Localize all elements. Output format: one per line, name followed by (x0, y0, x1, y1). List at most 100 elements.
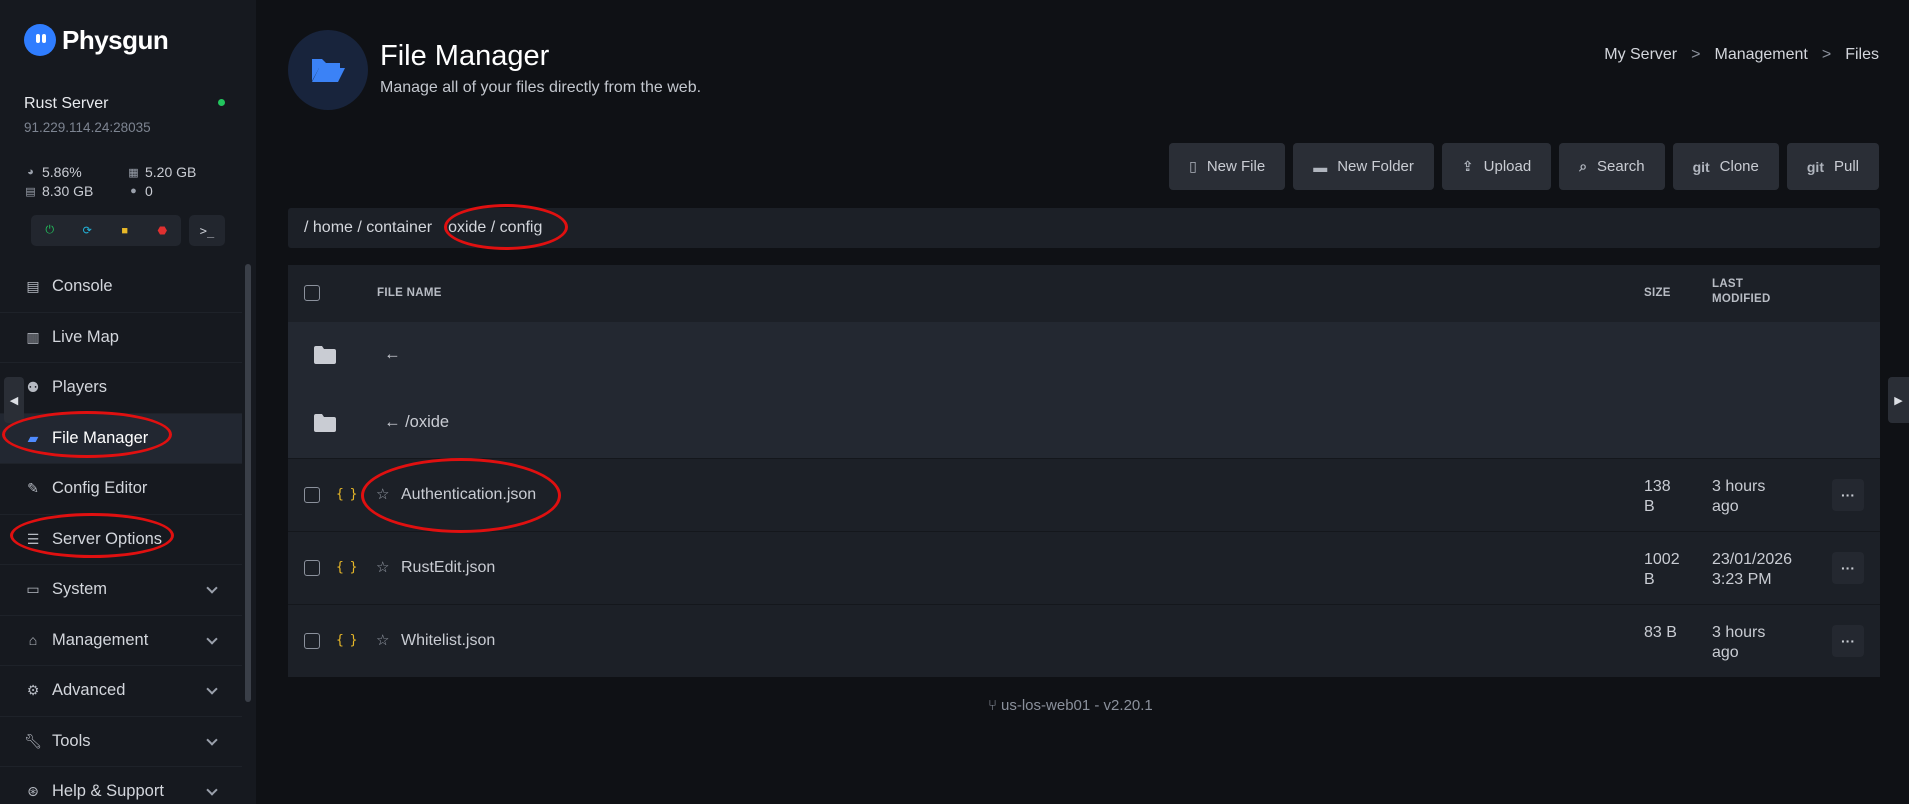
app-name: Physgun (62, 24, 169, 55)
oxide-directory-label: ← /oxide (384, 413, 450, 431)
disk-stat: ▤ 8.30 GB (25, 183, 93, 199)
file-modified: 3 hours ago (1712, 623, 1822, 663)
file-size: 1002 B (1644, 550, 1694, 590)
folder-icon (314, 414, 336, 432)
row-checkbox[interactable] (304, 633, 320, 649)
cpu-stat: ◕ 5.86% (25, 164, 82, 180)
page-title: File Manager (380, 40, 550, 72)
annotation-path-highlight (444, 204, 568, 250)
file-name[interactable]: RustEdit.json (401, 559, 495, 577)
star-icon[interactable]: ☆ (376, 631, 389, 649)
breadcrumb: My Server > Management > Files (1604, 46, 1879, 64)
sidebar-item-config-editor[interactable]: ✎ Config Editor (0, 464, 242, 515)
modified-line-1: 23/01/2026 (1712, 551, 1793, 568)
more-actions-button[interactable]: ··· (1832, 625, 1864, 657)
memory-icon: ▦ (128, 166, 139, 179)
chevron-down-icon (206, 784, 218, 796)
json-file-icon: { } (336, 487, 358, 502)
sidebar-item-help-support[interactable]: ⊛ Help & Support (0, 767, 242, 804)
modified-line-2: 3:23 PM (1712, 571, 1772, 588)
players-value: 0 (145, 183, 153, 199)
column-last[interactable]: LAST (1712, 278, 1743, 290)
star-icon[interactable]: ☆ (376, 558, 389, 576)
server-address: 91.229.114.24:28035 (24, 120, 151, 135)
breadcrumb-my-server[interactable]: My Server (1604, 46, 1677, 64)
server-status-dot (218, 99, 225, 106)
disk-icon: ▤ (25, 185, 36, 198)
table-row[interactable]: { } ☆ Whitelist.json 83 B 3 hours ago ··· (288, 604, 1880, 677)
pull-label: Pull (1833, 158, 1859, 175)
sidebar-item-label: Tools (52, 731, 91, 750)
map-icon: ▥ (26, 328, 40, 345)
upload-button[interactable]: ⇪ Upload (1441, 143, 1552, 190)
table-row[interactable]: { } ☆ RustEdit.json 1002 B 23/01/2026 3:23… (288, 531, 1880, 604)
modified-line-1: 3 hours (1712, 478, 1766, 495)
folder-open-icon (312, 59, 345, 82)
expand-panel-button[interactable]: ▶ (1888, 377, 1909, 423)
cpu-icon: ◕ (27, 166, 34, 178)
row-checkbox[interactable] (304, 560, 320, 576)
sidebar-item-label: Help & Support (52, 782, 164, 801)
sidebar-item-advanced[interactable]: ⚙ Advanced (0, 666, 242, 717)
new-file-button[interactable]: ▯ New File (1169, 143, 1286, 190)
folder-icon (314, 346, 336, 364)
select-all-checkbox[interactable] (304, 285, 320, 301)
kill-button[interactable]: ⬣ (144, 215, 182, 246)
memory-stat: ▦ 5.20 GB (128, 164, 196, 180)
search-button[interactable]: ⌕ Search (1559, 143, 1665, 190)
footer-version: ⑂ us-los-web01 - v2.20.1 (988, 697, 1153, 714)
file-size-value: 1002 (1644, 551, 1680, 568)
desktop-icon: ▭ (26, 581, 40, 598)
sidebar-item-console[interactable]: ▤ Console (0, 262, 242, 313)
chevron-down-icon (206, 632, 218, 645)
file-name[interactable]: Whitelist.json (401, 632, 495, 650)
parent-directory-label: ← (384, 345, 401, 363)
sidebar-item-system[interactable]: ▭ System (0, 565, 242, 616)
annotation-server-options-highlight (10, 513, 174, 558)
more-actions-button[interactable]: ··· (1832, 552, 1864, 584)
collapse-sidebar-button[interactable]: ◀ (4, 377, 24, 423)
file-size: 83 B (1644, 623, 1694, 643)
file-size-unit: B (1644, 571, 1655, 588)
new-folder-button[interactable]: ▬ New Folder (1293, 143, 1434, 190)
git-clone-button[interactable]: git Clone (1672, 143, 1779, 190)
management-icon: ⌂ (28, 632, 38, 649)
sidebar-item-label: Advanced (52, 681, 126, 700)
restart-button[interactable]: ⟳ (69, 215, 107, 246)
git-pull-button[interactable]: git Pull (1786, 143, 1879, 190)
more-actions-button[interactable]: ··· (1832, 479, 1864, 511)
sidebar-item-live-map[interactable]: ▥ Live Map (0, 313, 242, 363)
physgun-logo-icon (24, 24, 56, 56)
sidebar-item-management[interactable]: ⌂ Management (0, 616, 242, 666)
file-manager-header-icon (288, 30, 368, 110)
gear-icon: ⚙ (26, 682, 40, 699)
terminal-button[interactable]: >_ (189, 215, 225, 246)
file-size-value: 138 (1644, 478, 1671, 495)
edit-icon: ✎ (27, 480, 39, 497)
sidebar-item-label: Config Editor (52, 479, 148, 498)
breadcrumb-management[interactable]: Management (1714, 46, 1807, 64)
column-file-name[interactable]: FILE NAME (377, 287, 442, 299)
column-modified[interactable]: MODIFIED (1712, 293, 1771, 305)
stop-button[interactable]: ■ (106, 215, 144, 246)
sidebar-item-label: System (52, 580, 108, 599)
logo[interactable]: Physgun (24, 24, 169, 56)
clone-label: Clone (1719, 158, 1759, 175)
file-icon: ▯ (1189, 158, 1197, 174)
breadcrumb-separator: > (1691, 46, 1701, 63)
oxide-directory-row[interactable]: ← /oxide (288, 390, 1880, 458)
wrench-icon: 🔧︎ (24, 732, 42, 749)
parent-directory-row[interactable]: ← (288, 322, 1880, 390)
sidebar-item-players[interactable]: ⚉ Players (0, 363, 242, 414)
path-prefix[interactable]: / home / container (304, 219, 432, 237)
row-checkbox[interactable] (304, 487, 320, 503)
sidebar-scrollbar[interactable] (245, 264, 251, 702)
sidebar-item-tools[interactable]: 🔧︎ Tools (0, 717, 242, 767)
version-text: us-los-web01 - v2.20.1 (1001, 697, 1153, 714)
modified-line-1: 3 hours (1712, 624, 1766, 641)
start-button[interactable]: ⏻ (31, 215, 69, 246)
user-icon: ● (130, 185, 137, 197)
players-stat: ● 0 (128, 183, 153, 199)
column-size[interactable]: SIZE (1644, 287, 1671, 299)
lifebuoy-icon: ⊛ (27, 783, 39, 800)
